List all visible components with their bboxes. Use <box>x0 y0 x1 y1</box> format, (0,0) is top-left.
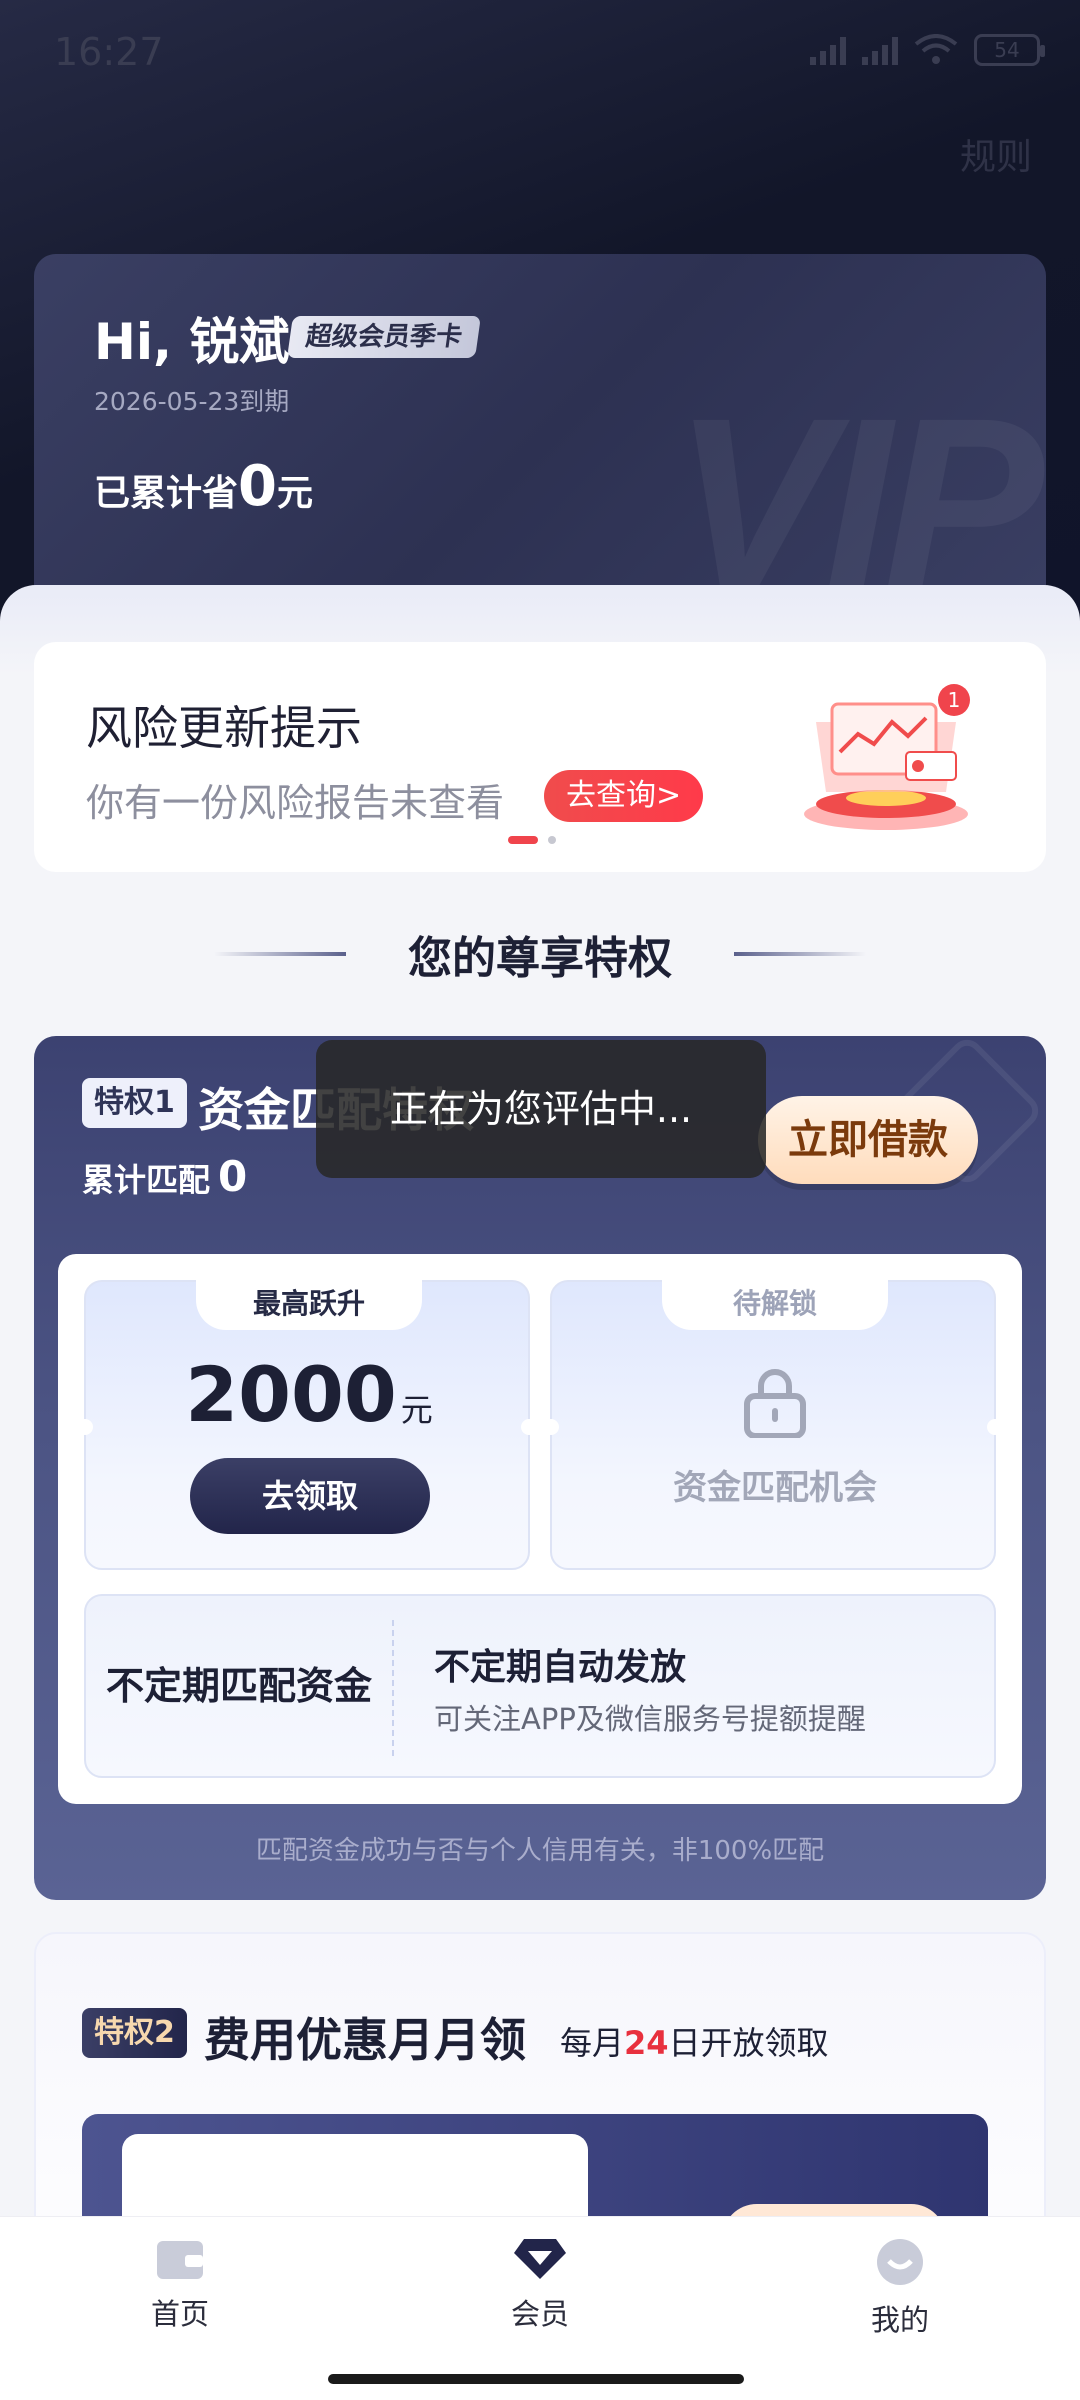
risk-query-button[interactable]: 去查询> <box>544 770 704 822</box>
privilege-2-tag: 特权2 <box>82 2008 187 2058</box>
home-indicator <box>328 2374 744 2384</box>
carousel-dot-active <box>508 836 538 844</box>
privilege-2-subtitle: 每月24日开放领取 <box>560 2018 829 2064</box>
irregular-release-title: 不定期自动发放 <box>434 1647 687 1688</box>
upgrade-amount-number: 2000 <box>185 1350 397 1439</box>
sub-suffix: 日开放领取 <box>668 2024 829 2062</box>
lock-icon <box>744 1369 806 1438</box>
saved-number: 0 <box>238 454 277 519</box>
rules-link[interactable]: 规则 <box>960 128 1032 180</box>
tab-mine[interactable]: 我的 <box>820 2237 980 2339</box>
section-title: 您的尊享特权 <box>408 933 672 984</box>
upgrade-tile-tab: 最高跃升 <box>196 1280 422 1330</box>
tile-notch-left <box>77 1419 93 1435</box>
risk-badge-count: 1 <box>948 688 961 712</box>
risk-title: 风险更新提示 <box>86 701 362 755</box>
tile-notch-left <box>543 1419 559 1435</box>
accumulated-match: 累计匹配 0 <box>82 1152 247 1201</box>
bottom-tab-bar: 首页 会员 我的 <box>0 2216 1080 2400</box>
wallet-icon <box>157 2241 203 2279</box>
signal-icon <box>862 35 898 65</box>
privilege-1-panel: 最高跃升 2000 元 去领取 待解锁 资金匹配机会 不定期匹配资金 不定期自动发… <box>58 1254 1022 1804</box>
sub-day: 24 <box>624 2024 669 2062</box>
battery-icon: 54 <box>974 34 1045 66</box>
upgrade-tile: 最高跃升 2000 元 去领取 <box>77 1280 537 1570</box>
claim-button[interactable]: 去领取 <box>190 1458 430 1534</box>
upgrade-amount-unit: 元 <box>400 1391 433 1429</box>
tab-mine-label: 我的 <box>870 2303 929 2337</box>
expire-date: 2026-05-23到期 <box>94 387 290 416</box>
irregular-match-info: 不定期匹配资金 不定期自动发放 可关注APP及微信服务号提额提醒 <box>84 1594 996 1778</box>
locked-tile-tab: 待解锁 <box>662 1280 888 1330</box>
saved-unit: 元 <box>276 473 313 514</box>
status-icons: 54 <box>810 34 1045 66</box>
borrow-now-button[interactable]: 立即借款 <box>758 1096 978 1184</box>
irregular-release-subtitle: 可关注APP及微信服务号提额提醒 <box>434 1702 866 1736</box>
accumulated-label: 累计匹配 <box>82 1161 211 1199</box>
evaluating-toast: 正在为您评估中... <box>316 1040 766 1178</box>
greeting: Hi, 锐斌 <box>94 313 290 371</box>
diamond-icon <box>514 2239 566 2279</box>
tab-home-label: 首页 <box>150 2297 209 2331</box>
upgrade-amount: 2000 元 <box>86 1350 532 1439</box>
tab-member-label: 会员 <box>510 2297 569 2331</box>
status-bar: 16:27 54 <box>0 0 1080 110</box>
saved-amount: 已累计省0元 <box>94 454 313 519</box>
title-decoration-right <box>734 952 866 956</box>
signal-icon <box>810 35 846 65</box>
membership-badge: 超级会员季卡 <box>287 316 481 358</box>
info-divider <box>392 1620 394 1756</box>
irregular-match-label: 不定期匹配资金 <box>105 1664 372 1708</box>
privilege-2-title: 费用优惠月月领 <box>204 2013 526 2067</box>
smile-face-icon <box>877 2239 923 2285</box>
tab-member[interactable]: 会员 <box>460 2237 620 2333</box>
risk-banner[interactable]: 风险更新提示 你有一份风险报告未查看 去查询> 1 <box>34 642 1046 872</box>
sub-prefix: 每月 <box>560 2024 625 2062</box>
locked-tile-text: 资金匹配机会 <box>673 1468 877 1508</box>
accumulated-value: 0 <box>218 1152 248 1201</box>
carousel-dot <box>548 836 556 844</box>
wifi-icon <box>914 34 958 64</box>
status-time: 16:27 <box>54 30 164 74</box>
tab-home[interactable]: 首页 <box>100 2237 260 2333</box>
carousel-indicator <box>508 836 556 844</box>
tile-notch-right <box>987 1419 1003 1435</box>
privilege-1-tag: 特权1 <box>82 1078 187 1128</box>
member-card: VIP Hi, 锐斌 超级会员季卡 2026-05-23到期 已累计省0元 <box>34 254 1046 634</box>
locked-tile: 待解锁 资金匹配机会 <box>543 1280 1003 1570</box>
saved-prefix: 已累计省 <box>94 473 239 514</box>
match-disclaimer: 匹配资金成功与否与个人信用有关，非100%匹配 <box>255 1836 825 1866</box>
risk-subtitle: 你有一份风险报告未查看 <box>86 781 505 825</box>
risk-report-illustration-icon: 1 <box>804 684 970 830</box>
tile-notch-right <box>521 1419 537 1435</box>
